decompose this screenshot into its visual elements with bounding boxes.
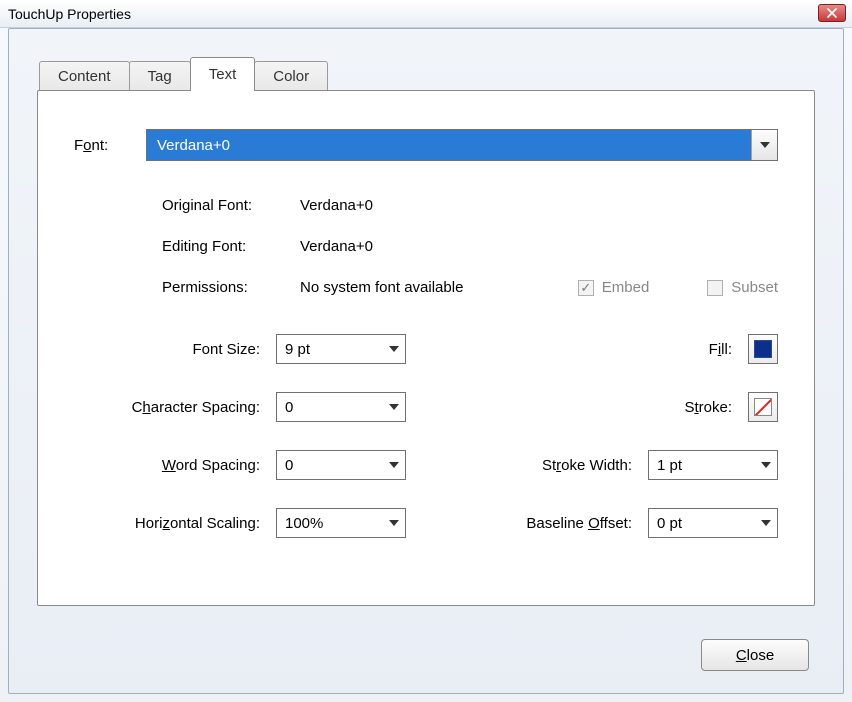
subset-label: Subset xyxy=(731,279,778,296)
font-size-field: Font Size: 9 pt xyxy=(74,334,406,364)
close-button[interactable]: Close xyxy=(701,639,809,671)
chevron-down-icon xyxy=(383,509,405,537)
permissions-checkboxes: Embed Subset xyxy=(578,279,778,296)
original-font-label: Original Font: xyxy=(162,197,300,214)
tab-content[interactable]: Content xyxy=(39,61,130,91)
tab-panel-text: Font: Verdana+0 Original Font: Verdana+0… xyxy=(37,90,815,606)
chevron-down-icon xyxy=(755,451,777,479)
editing-font-label: Editing Font: xyxy=(162,238,300,255)
dialog-window: TouchUp Properties Content Tag Text Colo… xyxy=(0,0,852,702)
stroke-width-combobox[interactable]: 1 pt xyxy=(648,450,778,480)
embed-checkbox-group: Embed xyxy=(578,279,650,296)
original-font-value: Verdana+0 xyxy=(300,197,373,214)
embed-label: Embed xyxy=(602,279,650,296)
stroke-width-label: Stroke Width: xyxy=(542,457,632,474)
stroke-field: Stroke: xyxy=(446,392,778,422)
baseline-offset-field: Baseline Offset: 0 pt xyxy=(446,508,778,538)
font-size-value: 9 pt xyxy=(277,335,383,363)
horizontal-scaling-label: Horizontal Scaling: xyxy=(135,515,260,532)
tab-text[interactable]: Text xyxy=(190,57,256,91)
dialog-body: Content Tag Text Color Font: Verdana+0 O… xyxy=(8,28,844,694)
word-spacing-combobox[interactable]: 0 xyxy=(276,450,406,480)
chevron-down-icon xyxy=(755,509,777,537)
character-spacing-label: Character Spacing: xyxy=(132,399,260,416)
character-spacing-field: Character Spacing: 0 xyxy=(74,392,406,422)
font-combobox-button xyxy=(751,130,777,160)
stroke-width-value: 1 pt xyxy=(649,451,755,479)
stroke-color-button[interactable] xyxy=(748,392,778,422)
tabstrip: Content Tag Text Color xyxy=(39,57,815,91)
permissions-row: Permissions: No system font available Em… xyxy=(162,279,778,296)
original-font-row: Original Font: Verdana+0 xyxy=(162,197,778,214)
font-size-combobox[interactable]: 9 pt xyxy=(276,334,406,364)
editing-font-row: Editing Font: Verdana+0 xyxy=(162,238,778,255)
chevron-down-icon xyxy=(383,451,405,479)
horizontal-scaling-combobox[interactable]: 100% xyxy=(276,508,406,538)
properties-grid: Font Size: 9 pt Fill: Character Spacing: xyxy=(74,334,778,538)
baseline-offset-label: Baseline Offset: xyxy=(526,515,632,532)
stroke-none-swatch xyxy=(754,398,772,416)
baseline-offset-value: 0 pt xyxy=(649,509,755,537)
subset-checkbox-group: Subset xyxy=(707,279,778,296)
font-label: Font: xyxy=(74,137,146,154)
embed-checkbox xyxy=(578,280,594,296)
font-info-block: Original Font: Verdana+0 Editing Font: V… xyxy=(162,197,778,296)
fill-label: Fill: xyxy=(709,341,732,358)
stroke-label: Stroke: xyxy=(684,399,732,416)
baseline-offset-combobox[interactable]: 0 pt xyxy=(648,508,778,538)
chevron-down-icon xyxy=(760,142,770,148)
font-row: Font: Verdana+0 xyxy=(74,129,778,161)
dialog-footer: Close xyxy=(701,639,809,671)
close-icon xyxy=(827,8,837,18)
chevron-down-icon xyxy=(383,393,405,421)
permissions-value: No system font available xyxy=(300,279,463,296)
horizontal-scaling-value: 100% xyxy=(277,509,383,537)
fill-field: Fill: xyxy=(446,334,778,364)
word-spacing-label: Word Spacing: xyxy=(162,457,260,474)
fill-color-button[interactable] xyxy=(748,334,778,364)
permissions-label: Permissions: xyxy=(162,279,300,296)
horizontal-scaling-field: Horizontal Scaling: 100% xyxy=(74,508,406,538)
word-spacing-field: Word Spacing: 0 xyxy=(74,450,406,480)
stroke-width-field: Stroke Width: 1 pt xyxy=(446,450,778,480)
window-close-button[interactable] xyxy=(818,4,846,22)
font-size-label: Font Size: xyxy=(192,341,260,358)
character-spacing-value: 0 xyxy=(277,393,383,421)
titlebar: TouchUp Properties xyxy=(0,0,852,28)
subset-checkbox xyxy=(707,280,723,296)
editing-font-value: Verdana+0 xyxy=(300,238,373,255)
fill-color-swatch xyxy=(754,340,772,358)
character-spacing-combobox[interactable]: 0 xyxy=(276,392,406,422)
window-title: TouchUp Properties xyxy=(8,6,131,22)
word-spacing-value: 0 xyxy=(277,451,383,479)
font-combobox-value: Verdana+0 xyxy=(147,130,751,160)
tab-tag[interactable]: Tag xyxy=(129,61,191,91)
chevron-down-icon xyxy=(383,335,405,363)
font-combobox[interactable]: Verdana+0 xyxy=(146,129,778,161)
tab-color[interactable]: Color xyxy=(254,61,328,91)
